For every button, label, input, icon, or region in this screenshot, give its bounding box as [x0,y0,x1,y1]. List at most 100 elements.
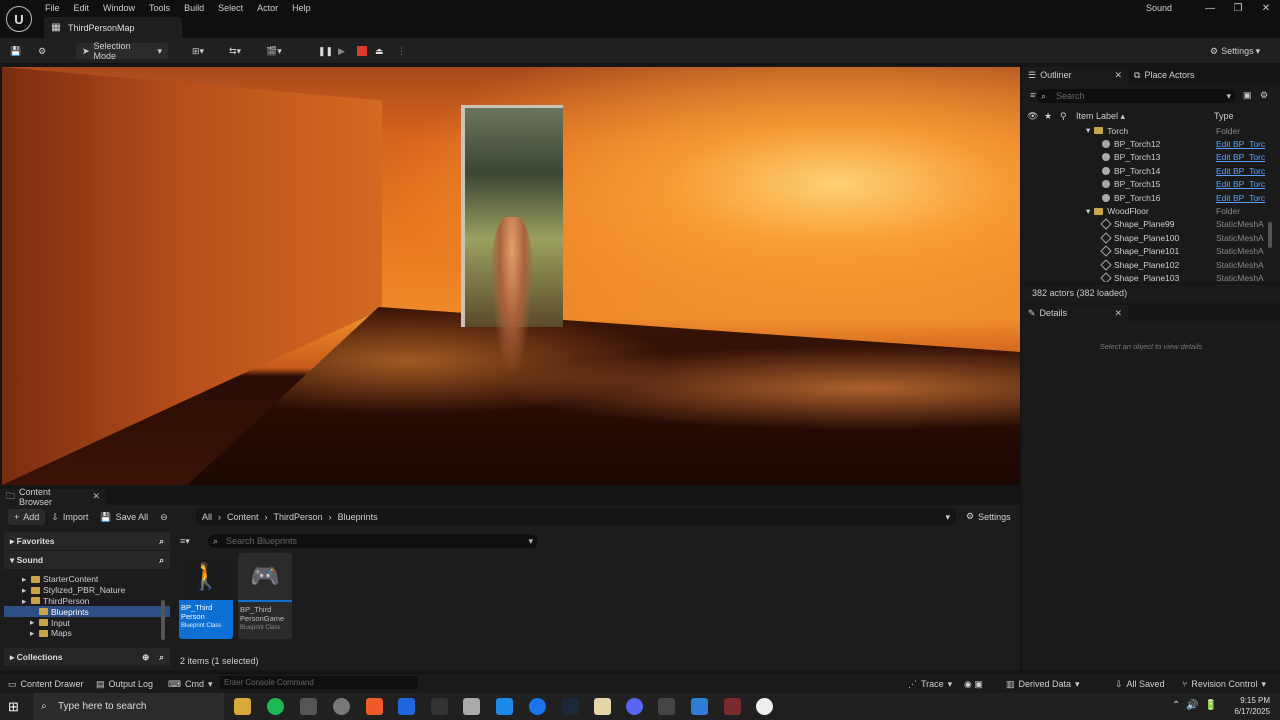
close-icon[interactable]: ✕ [1252,3,1280,14]
chevron-right-icon[interactable]: ▸ [22,585,28,596]
asset-bp-third-person-game[interactable]: 🎮 BP_Third PersonGame Blueprint Class [238,553,292,639]
discord-icon[interactable] [626,698,643,715]
chevron-right-icon[interactable]: ▸ [30,617,36,628]
outliner-row[interactable]: BP_Torch15 Edit BP_Torc [1022,178,1280,191]
outliner-row[interactable]: BP_Torch14 Edit BP_Torc [1022,164,1280,177]
menu-help[interactable]: Help [285,1,318,15]
content-search-input[interactable]: ⌕ Search Blueprints ▾ [208,534,538,548]
menu-file[interactable]: File [38,1,67,15]
breadcrumb-content[interactable]: Content [227,512,259,522]
outliner-row[interactable]: BP_Torch12 Edit BP_Torc [1022,137,1280,150]
breadcrumb-all[interactable]: All [202,512,212,522]
add-actor-icon[interactable]: ⊞▾ [192,43,204,59]
outliner-row[interactable]: BP_Torch16 Edit BP_Torc [1022,191,1280,204]
brave-icon[interactable] [366,698,383,715]
outliner-row[interactable]: Shape_Plane101 StaticMeshA [1022,245,1280,258]
cb-settings-button[interactable]: ⚙ Settings [966,511,1011,522]
tree-folder-item[interactable]: Blueprints [4,606,170,618]
outliner-scrollbar[interactable] [1268,222,1272,248]
gear-icon[interactable]: ⚙ [1260,90,1268,101]
tree-scrollbar[interactable] [161,600,165,640]
add-button[interactable]: + Add [8,509,46,525]
level-viewport[interactable] [2,67,1020,485]
source-control-icon[interactable]: ⚙ [38,43,46,59]
derived-data-button[interactable]: ▥ Derived Data ▾ [1006,677,1080,691]
chevron-down-icon[interactable]: ▾ [945,512,950,523]
menu-edit[interactable]: Edit [67,1,97,15]
close-icon[interactable]: ✕ [78,491,100,502]
steam-icon[interactable] [562,698,579,715]
chevron-right-icon[interactable]: ▸ [22,596,28,607]
taskbar-search-input[interactable]: ⌕ Type here to search [34,693,224,720]
epic-games-icon[interactable] [431,698,448,715]
unreal-engine-icon[interactable] [756,698,773,715]
tab-content-browser[interactable]: 🗀 Content Browser ✕ [0,487,106,507]
tab-details[interactable]: ✎ Details ✕ [1022,305,1128,321]
filter-icon[interactable]: ≡▾ [180,536,190,547]
chevron-right-icon[interactable]: ▸ [30,628,36,639]
star-icon[interactable]: ★ [1044,111,1052,122]
settings-button[interactable]: ⚙ Settings ▾ [1210,43,1260,59]
selection-mode-button[interactable]: ➤ Selection Mode ▾ [76,41,168,61]
cmd-button[interactable]: ⌨ Cmd ▾ [168,677,213,691]
windows-start-icon[interactable]: ⊞ [8,699,19,715]
column-item-label[interactable]: Item Label ▴ [1076,111,1125,122]
tree-folder-item[interactable]: ▸ Maps [4,628,170,639]
back-icon[interactable]: ⊖ [154,509,174,525]
revision-control-button[interactable]: ⑂ Revision Control ▾ [1182,677,1266,691]
blueprint-icon[interactable]: ⇆▾ [229,43,241,59]
menu-select[interactable]: Select [211,1,250,15]
trace-button[interactable]: ⋰ Trace ▾ [908,677,952,691]
chevron-right-icon[interactable]: ▸ [22,574,28,585]
app-icon[interactable] [496,698,513,715]
console-input[interactable]: Enter Console Command [220,676,418,689]
app-icon[interactable] [658,698,675,715]
pin-icon[interactable]: ⚲ [1060,111,1067,122]
collections-section[interactable]: ▸ Collections ⊕ ⌕ [4,648,170,666]
edit-blueprint-link[interactable]: Edit BP_Torc [1216,166,1265,176]
outliner-row[interactable]: Shape_Plane100 StaticMeshA [1022,231,1280,244]
eject-icon[interactable]: ⏏ [375,43,384,59]
edit-blueprint-link[interactable]: Edit BP_Torc [1216,179,1265,189]
close-icon[interactable]: ✕ [1100,308,1122,319]
chevron-down-icon[interactable]: ▾ [1086,125,1090,136]
menu-window[interactable]: Window [96,1,142,15]
tab-outliner[interactable]: ☰ Outliner ✕ [1022,67,1128,83]
breadcrumb-thirdperson[interactable]: ThirdPerson [274,512,323,522]
browser-icon[interactable] [333,698,350,715]
asset-bp-third-person[interactable]: 🚶 BP_Third Person Blueprint Class [179,553,233,639]
app-icon[interactable] [300,698,317,715]
edit-blueprint-link[interactable]: Edit BP_Torc [1216,139,1265,149]
outliner-folder-row[interactable]: ▾ WoodFloor Folder [1022,204,1280,217]
menu-build[interactable]: Build [177,1,211,15]
stop-icon[interactable] [357,43,367,59]
tree-folder-item[interactable]: ▸ Stylized_PBR_Nature [4,585,170,596]
search-icon[interactable]: ⌕ [159,652,164,663]
content-drawer-button[interactable]: ▭ Content Drawer [8,677,84,691]
tree-folder-item[interactable]: ▸ StarterContent [4,574,170,585]
app-icon[interactable] [398,698,415,715]
outliner-row[interactable]: Shape_Plane99 StaticMeshA [1022,218,1280,231]
app-icon[interactable] [463,698,480,715]
unreal-logo-icon[interactable]: U [6,6,32,32]
eye-icon[interactable]: 👁 [1027,111,1038,122]
search-icon[interactable]: ⌕ [159,536,164,547]
column-type[interactable]: Type [1214,111,1234,121]
maximize-icon[interactable]: ❐ [1224,3,1252,14]
import-button[interactable]: ⇩ Import [45,509,94,525]
close-icon[interactable]: ✕ [1100,70,1122,81]
play-icon[interactable]: ▶ [338,43,345,59]
system-tray-icons[interactable]: ⌃🔊🔋 [1172,700,1223,711]
edit-blueprint-link[interactable]: Edit BP_Torc [1216,152,1265,162]
more-options-icon[interactable]: ⋮ [397,43,406,59]
tree-folder-item[interactable]: ▸ Input [4,617,170,628]
minimize-icon[interactable]: — [1196,3,1224,14]
menu-tools[interactable]: Tools [142,1,177,15]
file-explorer-icon[interactable] [234,698,251,715]
chevron-down-icon[interactable]: ▾ [1086,206,1090,217]
outliner-search-input[interactable]: ⌕ Search ▾ [1036,89,1236,103]
project-section[interactable]: ▾ Sound ⌕ [4,551,170,569]
outliner-row[interactable]: Shape_Plane103 StaticMeshA [1022,271,1280,282]
taskbar-clock[interactable]: 9:15 PM 6/17/2025 [1234,695,1270,717]
search-icon[interactable]: ⌕ [159,555,164,566]
